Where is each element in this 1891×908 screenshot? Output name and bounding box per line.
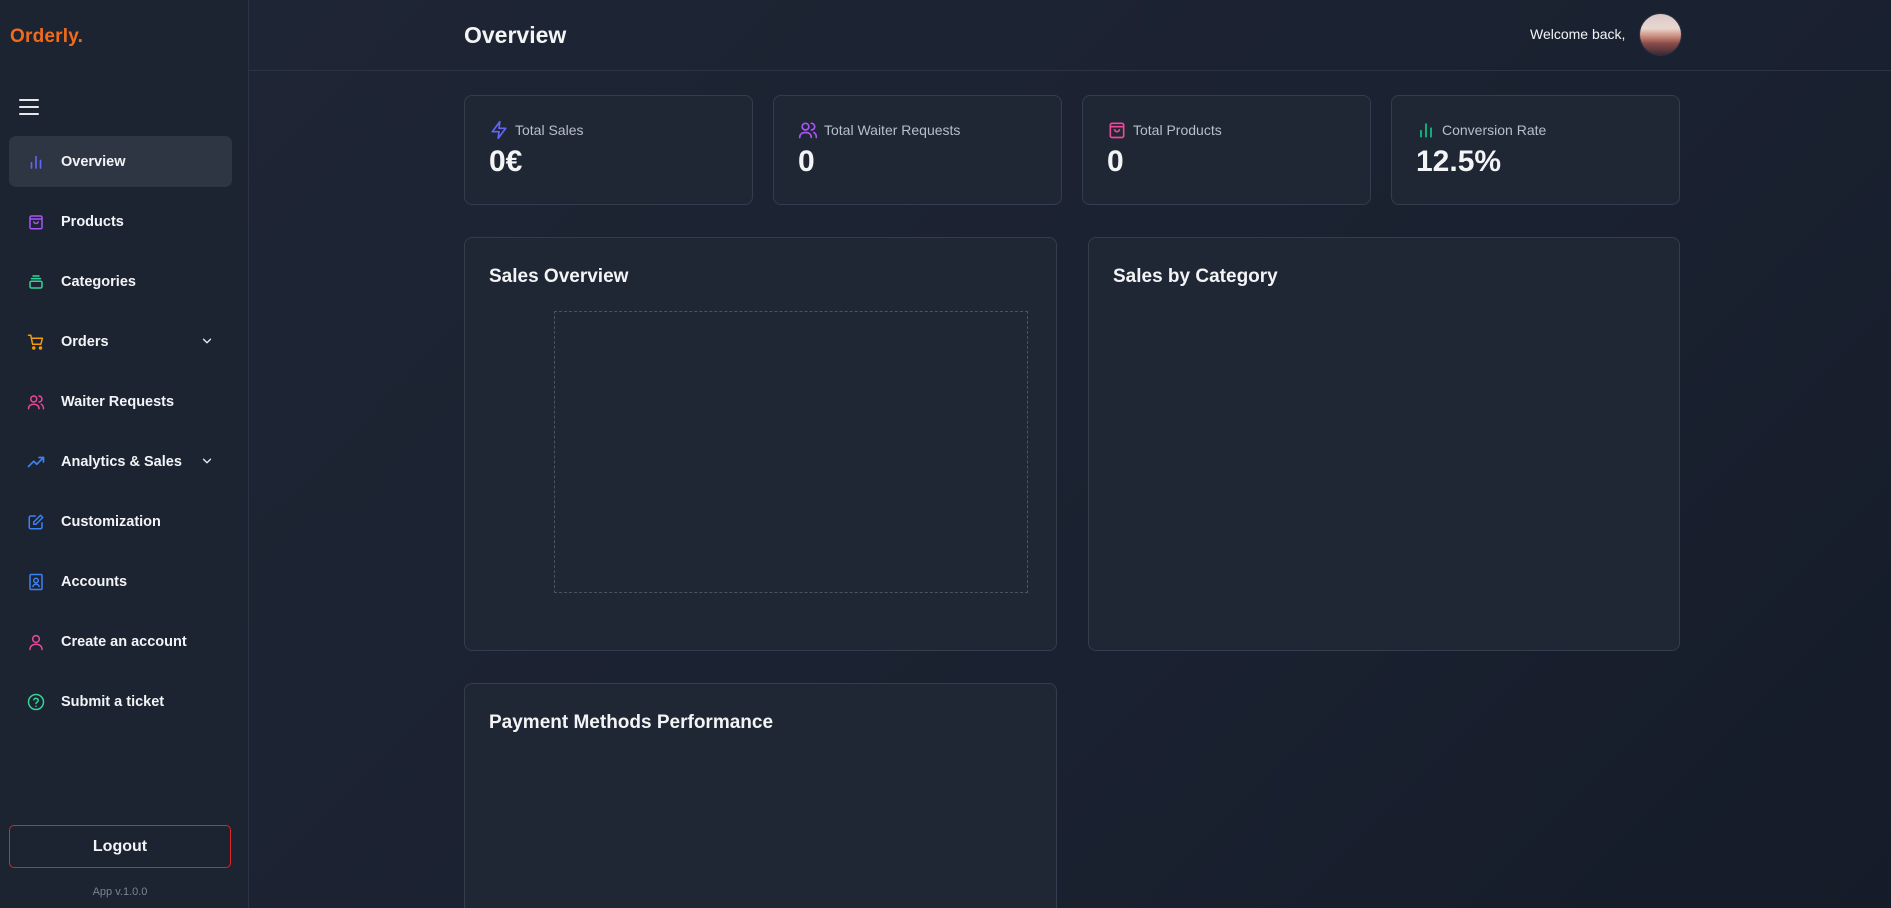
avatar[interactable] [1640, 14, 1681, 55]
shopping-bag-icon [1109, 122, 1125, 139]
sidebar-item-label: Products [61, 213, 124, 230]
panel-title: Sales Overview [489, 266, 629, 287]
cart-icon [26, 332, 45, 351]
zap-icon [491, 120, 507, 140]
sidebar-item-analytics-sales[interactable]: Analytics & Sales [9, 436, 232, 487]
panel-title: Sales by Category [1113, 266, 1278, 287]
sidebar-item-label: Analytics & Sales [61, 453, 182, 470]
help-circle-icon [26, 692, 45, 711]
contact-book-icon [26, 572, 45, 591]
sidebar-item-products[interactable]: Products [9, 196, 232, 247]
bar-chart-icon [26, 152, 45, 171]
stat-card-conversion-rate: Conversion Rate 12.5% [1391, 95, 1680, 205]
main-content: Overview Welcome back, Total Sales 0€ To… [249, 0, 1891, 908]
sidebar-item-accounts[interactable]: Accounts [9, 556, 232, 607]
sidebar-item-label: Accounts [61, 573, 128, 590]
sidebar-item-label: Overview [61, 153, 126, 170]
stat-value: 0 [1107, 145, 1124, 178]
stat-title: Total Products [1133, 122, 1222, 138]
stat-card-total-products: Total Products 0 [1082, 95, 1371, 205]
stat-title: Total Waiter Requests [824, 122, 961, 138]
sidebar-item-label: Waiter Requests [61, 393, 175, 410]
sidebar-item-label: Customization [61, 513, 161, 530]
menu-toggle-icon[interactable] [19, 99, 39, 115]
chevron-down-icon[interactable] [200, 334, 214, 348]
stat-title: Total Sales [515, 122, 584, 138]
payment-methods-panel: Payment Methods Performance [464, 683, 1057, 908]
sidebar-item-label: Create an account [61, 633, 187, 650]
stat-card-waiter-requests: Total Waiter Requests 0 [773, 95, 1062, 205]
users-icon [798, 122, 818, 139]
sidebar-item-label: Submit a ticket [61, 693, 165, 710]
trending-up-icon [26, 452, 45, 471]
sidebar: Orderly. Overview Products Categories Or… [0, 0, 249, 908]
sidebar-item-label: Orders [61, 333, 109, 350]
panel-title: Payment Methods Performance [489, 712, 774, 733]
sidebar-item-customization[interactable]: Customization [9, 496, 232, 547]
stat-card-total-sales: Total Sales 0€ [464, 95, 753, 205]
sidebar-item-categories[interactable]: Categories [9, 256, 232, 307]
bar-chart-icon [1420, 123, 1432, 138]
sidebar-item-overview[interactable]: Overview [9, 136, 232, 187]
sidebar-item-waiter-requests[interactable]: Waiter Requests [9, 376, 232, 427]
stat-value: 12.5% [1416, 145, 1502, 178]
stat-value: 0€ [489, 145, 523, 178]
sales-overview-chart-area [554, 311, 1028, 593]
chevron-down-icon[interactable] [200, 454, 214, 468]
app-root: Orderly. Overview Products Categories Or… [0, 0, 1891, 908]
layers-icon [26, 272, 45, 291]
sidebar-item-submit-ticket[interactable]: Submit a ticket [9, 676, 232, 727]
users-icon [26, 392, 45, 411]
sidebar-item-create-account[interactable]: Create an account [9, 616, 232, 667]
sales-overview-panel: Sales Overview [464, 237, 1057, 651]
sales-by-category-panel: Sales by Category [1088, 237, 1680, 651]
sidebar-nav: Overview Products Categories Orders Wait… [9, 136, 232, 736]
sidebar-item-orders[interactable]: Orders [9, 316, 232, 367]
sidebar-item-label: Categories [61, 273, 136, 290]
app-version: App v.1.0.0 [92, 886, 148, 898]
edit-icon [26, 512, 45, 531]
welcome-text: Welcome back, [1530, 26, 1626, 42]
stat-value: 0 [798, 145, 815, 178]
user-icon [26, 632, 45, 651]
shopping-bag-icon [26, 212, 45, 231]
top-bar: Overview Welcome back, [249, 0, 1891, 71]
stat-title: Conversion Rate [1442, 122, 1547, 138]
brand-logo[interactable]: Orderly. [10, 26, 83, 48]
page-title: Overview [464, 22, 567, 48]
logout-button[interactable]: Logout [9, 825, 231, 868]
